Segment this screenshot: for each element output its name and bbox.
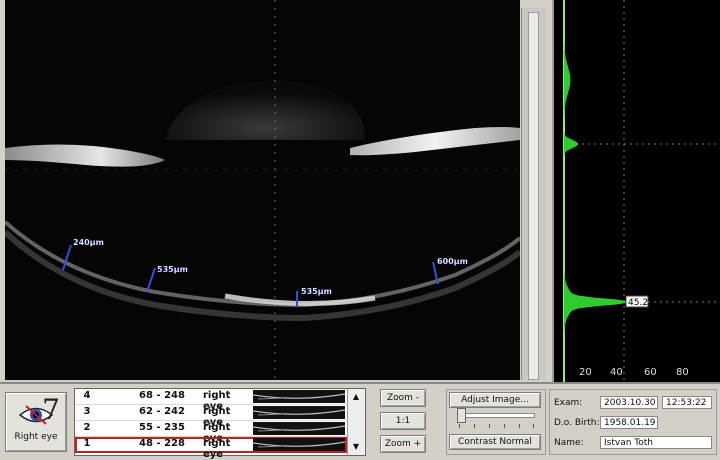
zoom-out-button[interactable]: Zoom - bbox=[380, 389, 426, 407]
patient-name: Istvan Toth bbox=[600, 436, 712, 449]
scan-list[interactable]: 4 68 - 248 right eye 3 62 - 242 right ey… bbox=[74, 388, 366, 460]
scheimpflug-image: 240µm 535µm 535µm 600µm bbox=[5, 0, 520, 380]
image-viewer[interactable]: 240µm 535µm 535µm 600µm bbox=[5, 0, 520, 380]
measurement-label-2: 535µm bbox=[157, 265, 188, 274]
list-item-selected[interactable]: 1 48 - 228 right eye bbox=[75, 437, 347, 460]
densitometry-chart: 45.2 20 40 60 80 bbox=[554, 0, 720, 382]
name-label: Name: bbox=[554, 438, 584, 448]
scan-thumbnail bbox=[253, 422, 345, 435]
eye-number: 7 bbox=[42, 393, 60, 426]
scan-thumbnail bbox=[253, 390, 345, 403]
right-eye-button[interactable]: 7 Right eye bbox=[5, 392, 67, 452]
dob-label: D.o. Birth: bbox=[554, 418, 600, 428]
list-item[interactable]: 4 68 - 248 right eye bbox=[75, 389, 347, 412]
scroll-down-icon[interactable]: ▼ bbox=[350, 441, 362, 453]
scroll-up-icon[interactable]: ▲ bbox=[350, 391, 362, 403]
x-tick-1: 20 bbox=[579, 367, 592, 378]
zoom-in-button[interactable]: Zoom + bbox=[380, 435, 426, 453]
scan-thumbnail bbox=[253, 438, 345, 451]
adjust-image-button[interactable]: Adjust Image... bbox=[449, 392, 541, 408]
contrast-slider-thumb[interactable] bbox=[457, 408, 466, 423]
patient-info: Exam: 2003.10.30 12:53:22 D.o. Birth: 19… bbox=[549, 389, 717, 455]
list-item[interactable]: 3 62 - 242 right eye bbox=[75, 405, 347, 428]
dob-value: 1958.01.19 bbox=[600, 416, 658, 429]
x-tick-4: 80 bbox=[676, 367, 689, 378]
exam-time: 12:53:22 bbox=[662, 396, 712, 409]
measurement-label-1: 240µm bbox=[73, 238, 104, 247]
contrast-normal-button[interactable]: Contrast Normal bbox=[449, 434, 541, 450]
control-panel: 7 Right eye 4 68 - 248 right eye 3 62 - … bbox=[0, 382, 720, 460]
eye-button-label: Right eye bbox=[14, 432, 58, 442]
list-scrollbar[interactable]: ▲ ▼ bbox=[347, 389, 365, 455]
contrast-slider-track[interactable] bbox=[457, 413, 535, 418]
exam-date: 2003.10.30 bbox=[600, 396, 658, 409]
measurement-label-3: 535µm bbox=[301, 287, 332, 296]
measurement-label-4: 600µm bbox=[437, 257, 468, 266]
scan-thumbnail bbox=[253, 406, 345, 419]
adjust-group: Adjust Image... Contrast Normal bbox=[446, 389, 546, 455]
peak-label: 45.2 bbox=[628, 298, 648, 308]
densitometry-panel: 45.2 20 40 60 80 bbox=[552, 0, 720, 382]
one-to-one-button[interactable]: 1:1 bbox=[380, 412, 426, 430]
x-tick-3: 60 bbox=[644, 367, 657, 378]
x-tick-2: 40 bbox=[610, 367, 623, 378]
list-item[interactable]: 2 55 - 235 right eye bbox=[75, 421, 347, 444]
vertical-scrollbar[interactable] bbox=[521, 8, 546, 380]
exam-label: Exam: bbox=[554, 398, 583, 408]
